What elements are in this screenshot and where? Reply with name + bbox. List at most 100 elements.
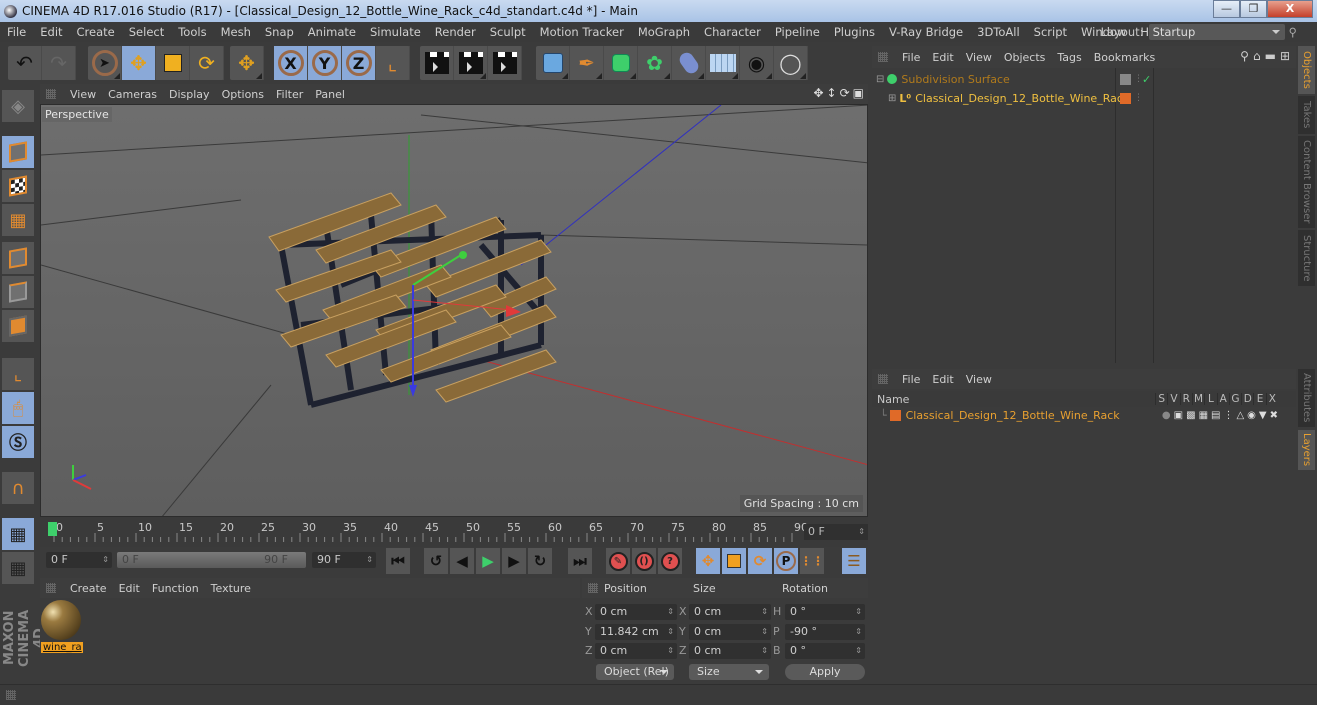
- viewport-menu-display[interactable]: Display: [163, 88, 216, 101]
- polygons-mode-icon[interactable]: [2, 310, 34, 342]
- object-menu-edit[interactable]: Edit: [926, 51, 959, 64]
- layer-row[interactable]: └ Classical_Design_12_Bottle_Wine_Rack ●…: [872, 407, 1296, 423]
- cube-icon[interactable]: [536, 46, 570, 80]
- camera-icon[interactable]: ◉: [740, 46, 774, 80]
- object-menu-file[interactable]: File: [896, 51, 926, 64]
- maximize-button[interactable]: ❐: [1240, 0, 1267, 18]
- new-window-icon[interactable]: ⊞: [1280, 49, 1290, 63]
- scale-tool-icon[interactable]: [156, 46, 190, 80]
- 3d-viewport[interactable]: Perspective Grid Spacing : 10 cm: [40, 104, 868, 517]
- position-x-field[interactable]: 0 cm ⇕: [595, 604, 677, 620]
- panel-grip-icon[interactable]: [6, 690, 16, 700]
- menu-render[interactable]: Render: [428, 25, 483, 39]
- render-settings-icon[interactable]: [488, 46, 522, 80]
- size-mode-dropdown[interactable]: Size: [689, 664, 769, 680]
- expand-tree-icon[interactable]: ⊞: [888, 93, 896, 104]
- material-menu-edit[interactable]: Edit: [113, 582, 146, 595]
- size-x-field[interactable]: 0 cm ⇕: [689, 604, 771, 620]
- animation-toggle-icon[interactable]: ⋮: [1223, 410, 1233, 421]
- xref-toggle-icon[interactable]: ✖: [1270, 410, 1278, 421]
- play-button[interactable]: ▶: [476, 548, 500, 574]
- timeline-playhead[interactable]: [48, 522, 57, 536]
- viewport-menu-view[interactable]: View: [64, 88, 102, 101]
- position-key-button[interactable]: ✥: [696, 548, 720, 574]
- rotate-tool-icon[interactable]: ⟳: [190, 46, 224, 80]
- column-animation[interactable]: A: [1216, 393, 1229, 405]
- layer-menu-edit[interactable]: Edit: [926, 373, 959, 386]
- point-level-animation-button[interactable]: ⋮⋮: [800, 548, 824, 574]
- menu-create[interactable]: Create: [70, 25, 122, 39]
- axis-mode-icon[interactable]: ⌞: [2, 358, 34, 390]
- layer-menu-file[interactable]: File: [896, 373, 926, 386]
- collapse-icon[interactable]: ▬: [1265, 49, 1276, 63]
- light-icon[interactable]: ◯: [774, 46, 808, 80]
- object-menu-tags[interactable]: Tags: [1051, 51, 1087, 64]
- render-toggle-icon[interactable]: ▩: [1186, 410, 1195, 421]
- end-frame-field[interactable]: 90 F ⇕: [312, 552, 376, 568]
- panel-grip-icon[interactable]: [588, 583, 598, 593]
- tab-objects[interactable]: Objects: [1298, 46, 1315, 94]
- previous-key-button[interactable]: ↺: [424, 548, 448, 574]
- position-y-field[interactable]: 11.842 cm ⇕: [595, 624, 677, 640]
- start-frame-field[interactable]: 0 F ⇕: [46, 552, 112, 568]
- column-deformers[interactable]: D: [1241, 393, 1253, 405]
- menu-pipeline[interactable]: Pipeline: [768, 25, 827, 39]
- live-selection-icon[interactable]: ➤: [88, 46, 122, 80]
- render-to-picture-viewer-icon[interactable]: [454, 46, 488, 80]
- coordinate-mode-dropdown[interactable]: Object (Rel): [596, 664, 674, 680]
- zoom-view-icon[interactable]: ↕: [827, 86, 837, 100]
- next-frame-button[interactable]: ▶: [502, 548, 526, 574]
- layer-menu-view[interactable]: View: [960, 373, 998, 386]
- object-name[interactable]: Classical_Design_12_Bottle_Wine_Rack: [915, 92, 1129, 105]
- toggle-layout-icon[interactable]: ▣: [853, 86, 864, 100]
- menu-motion-tracker[interactable]: Motion Tracker: [533, 25, 631, 39]
- object-menu-bookmarks[interactable]: Bookmarks: [1088, 51, 1161, 64]
- menu-script[interactable]: Script: [1027, 25, 1074, 39]
- viewport-menu-filter[interactable]: Filter: [270, 88, 309, 101]
- layer-name[interactable]: Classical_Design_12_Bottle_Wine_Rack: [906, 409, 1162, 422]
- tab-layers[interactable]: Layers: [1298, 430, 1315, 470]
- model-mode-icon[interactable]: [2, 136, 34, 168]
- panel-grip-icon[interactable]: [878, 374, 888, 384]
- enabled-check-icon[interactable]: ✓: [1142, 73, 1151, 86]
- previous-frame-button[interactable]: ◀: [450, 548, 474, 574]
- y-axis-lock-icon[interactable]: Y: [308, 46, 342, 80]
- move-view-icon[interactable]: ✥: [813, 86, 823, 100]
- tab-content-browser[interactable]: Content Browser: [1298, 136, 1315, 228]
- size-z-field[interactable]: 0 cm ⇕: [689, 643, 771, 659]
- column-manager[interactable]: M: [1191, 393, 1204, 405]
- menu-mograph[interactable]: MoGraph: [631, 25, 697, 39]
- texture-mode-icon[interactable]: [2, 170, 34, 202]
- material-menu-create[interactable]: Create: [64, 582, 113, 595]
- object-editor-visibility-icon[interactable]: [1120, 73, 1131, 85]
- viewport-menu-options[interactable]: Options: [216, 88, 270, 101]
- tab-takes[interactable]: Takes: [1298, 96, 1315, 134]
- pen-spline-icon[interactable]: ✒: [570, 46, 604, 80]
- go-to-end-button[interactable]: ⏭: [568, 548, 592, 574]
- panel-grip-icon[interactable]: [46, 583, 56, 593]
- edges-mode-icon[interactable]: [2, 276, 34, 308]
- autokeying-button[interactable]: (): [632, 548, 656, 574]
- view-toggle-icon[interactable]: ▣: [1174, 410, 1183, 421]
- go-to-start-button[interactable]: ⏮: [386, 548, 410, 574]
- undo-icon[interactable]: ↶: [8, 46, 42, 80]
- move-tool-icon[interactable]: ✥: [122, 46, 156, 80]
- recent-tools-icon[interactable]: ✥: [230, 46, 264, 80]
- next-key-button[interactable]: ↻: [528, 548, 552, 574]
- minimize-button[interactable]: —: [1213, 0, 1240, 18]
- column-view[interactable]: V: [1167, 393, 1179, 405]
- subdivision-surface-icon[interactable]: [604, 46, 638, 80]
- menu-plugins[interactable]: Plugins: [827, 25, 882, 39]
- lock-toggle-icon[interactable]: ▤: [1211, 410, 1220, 421]
- viewport-menu-panel[interactable]: Panel: [309, 88, 351, 101]
- menu-tools[interactable]: Tools: [171, 25, 213, 39]
- column-xref[interactable]: X: [1265, 393, 1278, 405]
- rotation-h-field[interactable]: 0 ° ⇕: [785, 604, 865, 620]
- render-view-icon[interactable]: [420, 46, 454, 80]
- object-name[interactable]: Subdivision Surface: [901, 73, 1009, 86]
- close-button[interactable]: X: [1267, 0, 1313, 18]
- object-row-wine-rack[interactable]: ⊞ L⁰ Classical_Design_12_Bottle_Wine_Rac…: [872, 89, 1296, 107]
- object-row-subdivision-surface[interactable]: ⊟ Subdivision Surface ⋮ ✓: [872, 70, 1296, 88]
- material-swatch[interactable]: wine_ra: [41, 600, 83, 658]
- menu-character[interactable]: Character: [697, 25, 768, 39]
